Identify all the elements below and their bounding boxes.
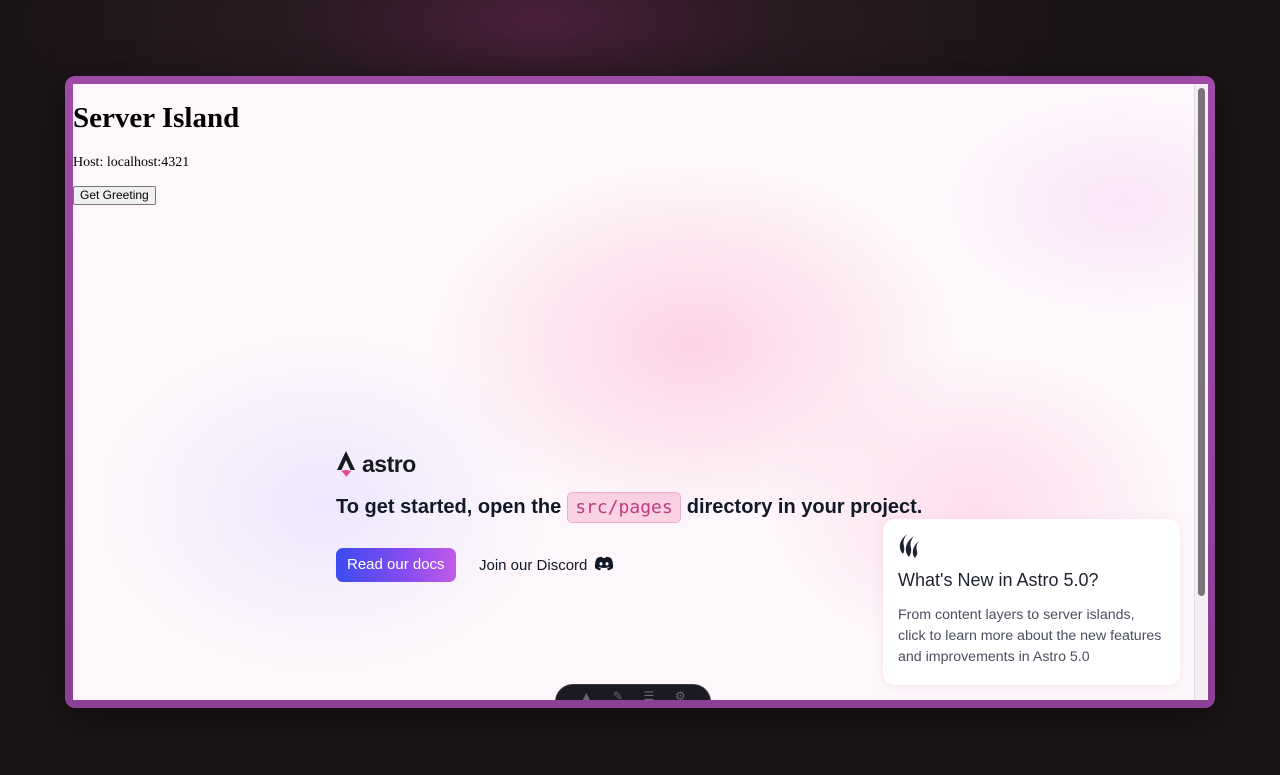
browser-window: Server Island Host: localhost:4321 Get G… xyxy=(65,76,1215,708)
page-scrollbar[interactable] xyxy=(1194,84,1208,700)
astro-logo-icon xyxy=(336,450,356,478)
dev-toolbar[interactable]: ▲ ✎ ☰ ⚙ xyxy=(555,684,711,700)
page-title: Server Island xyxy=(73,102,240,134)
astro-logo-text: astro xyxy=(362,450,416,477)
headline-text-end: directory in your project. xyxy=(686,496,923,518)
discord-icon xyxy=(594,556,614,575)
discord-link-label: Join our Discord xyxy=(479,557,588,574)
flame-icon xyxy=(898,533,1165,564)
toolbar-astro-icon[interactable]: ▲ xyxy=(580,689,592,700)
news-card-body: From content layers to server islands, c… xyxy=(898,607,1162,665)
get-started-headline: To get started, open the src/pages direc… xyxy=(336,492,922,523)
toolbar-inspect-icon[interactable]: ✎ xyxy=(613,689,623,700)
news-card-title: What's New in Astro 5.0? xyxy=(898,570,1099,590)
host-text: Host: localhost:4321 xyxy=(73,155,190,170)
scrollbar-thumb[interactable] xyxy=(1198,88,1205,596)
get-greeting-button[interactable]: Get Greeting xyxy=(73,186,156,205)
read-docs-button[interactable]: Read our docs xyxy=(336,548,456,582)
astro-logo: astro xyxy=(336,450,416,478)
page-viewport: Server Island Host: localhost:4321 Get G… xyxy=(73,84,1194,700)
whats-new-card[interactable]: What's New in Astro 5.0? From content la… xyxy=(883,519,1180,685)
toolbar-settings-icon[interactable]: ⚙ xyxy=(675,689,686,700)
src-pages-code: src/pages xyxy=(567,492,681,523)
headline-text-start: To get started, open the xyxy=(336,496,562,518)
join-discord-link[interactable]: Join our Discord xyxy=(479,556,614,575)
toolbar-menu-icon[interactable]: ☰ xyxy=(644,689,655,700)
